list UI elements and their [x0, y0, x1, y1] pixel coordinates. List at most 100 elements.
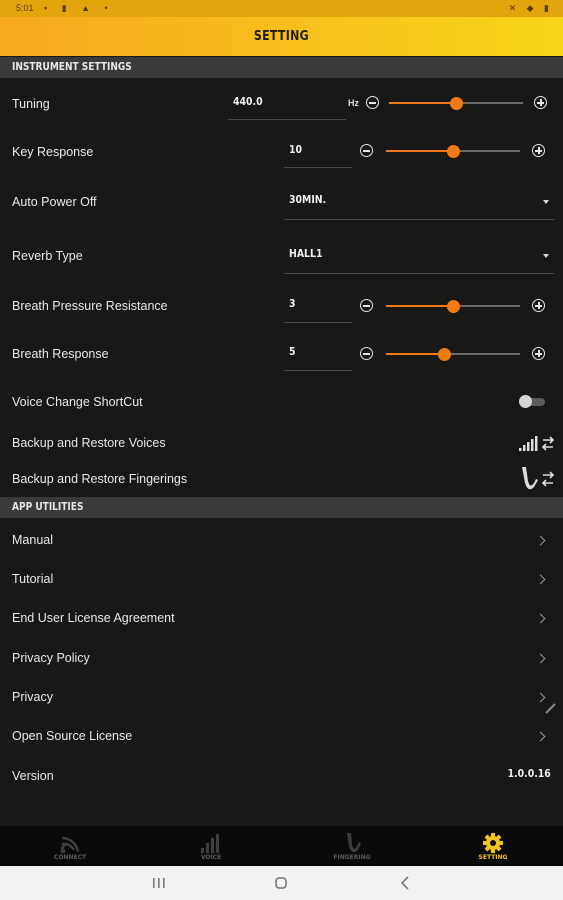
key-response-input[interactable]: 10 [289, 143, 302, 156]
version-value: 1.0.0.16 [507, 767, 551, 780]
voice-change-shortcut-row: Voice Change ShortCut [0, 381, 563, 421]
breath-pressure-resistance-increase-button[interactable] [532, 299, 545, 312]
chevron-right-icon [535, 574, 546, 585]
privacy-policy-label: Privacy Policy [12, 651, 90, 665]
chevron-right-icon [535, 731, 546, 742]
privacy-label: Privacy [12, 690, 53, 704]
breath-pressure-resistance-decrease-button[interactable] [360, 299, 373, 312]
tab-label: SETTING [478, 854, 508, 861]
app-header: SETTING [0, 17, 563, 56]
breath-pressure-resistance-slider-thumb[interactable] [446, 299, 460, 313]
section-title: APP UTILITIES [12, 500, 84, 513]
connect-icon [60, 836, 80, 854]
list-item-manual[interactable]: Manual [0, 520, 563, 560]
breath-pressure-resistance-input[interactable]: 3 [289, 297, 296, 310]
list-item-privacy[interactable]: Privacy [0, 677, 563, 717]
breath-response-slider-fill [386, 353, 445, 355]
tab-label: FINGERING [333, 854, 371, 861]
tab-connect[interactable]: CONNECT [0, 826, 140, 866]
breath-pressure-resistance-slider-fill [386, 305, 453, 307]
voice-equalizer-icon[interactable] [518, 433, 556, 453]
tuning-slider-thumb[interactable] [449, 96, 463, 110]
chevron-right-icon [535, 653, 546, 664]
home-icon[interactable] [274, 876, 288, 890]
tuning-label: Tuning [12, 97, 50, 111]
page-title: SETTING [253, 29, 310, 44]
tuning-input-underline [228, 119, 346, 120]
breath-response-decrease-button[interactable] [360, 347, 373, 360]
tuning-slider[interactable] [389, 96, 523, 110]
tab-setting[interactable]: SETTING [423, 826, 563, 866]
voice-change-shortcut-toggle[interactable] [519, 395, 545, 408]
version-row: Version 1.0.0.16 [0, 756, 563, 796]
list-item-eula[interactable]: End User License Agreement [0, 598, 563, 638]
back-icon[interactable] [400, 876, 410, 890]
breath-response-underline [284, 370, 352, 371]
tuning-unit: Hz [348, 98, 359, 108]
gear-icon [483, 833, 503, 853]
chevron-right-icon [535, 613, 546, 624]
notification-icons: ▪ ▮ ▲ • [44, 3, 114, 13]
eula-label: End User License Agreement [12, 611, 175, 625]
breath-response-slider-thumb[interactable] [438, 347, 452, 361]
list-item-privacy-policy[interactable]: Privacy Policy [0, 638, 563, 678]
section-header-app-utilities: APP UTILITIES [0, 497, 563, 518]
voice-icon [201, 834, 219, 853]
key-response-row: Key Response 10 [0, 131, 563, 171]
breath-response-increase-button[interactable] [532, 347, 545, 360]
system-navigation-bar [0, 866, 563, 900]
breath-pressure-resistance-row: Breath Pressure Resistance 3 [0, 285, 563, 325]
tuning-input[interactable]: 440.0 [233, 95, 263, 108]
tab-voice[interactable]: VOICE [141, 826, 281, 866]
reverb-type-row: Reverb Type HALL1 [0, 235, 563, 275]
breath-response-label: Breath Response [12, 347, 109, 361]
manual-label: Manual [12, 533, 53, 547]
backup-fingerings-label: Backup and Restore Fingerings [12, 472, 188, 486]
key-response-decrease-button[interactable] [360, 144, 373, 157]
breath-response-slider[interactable] [386, 347, 520, 361]
reverb-type-underline [284, 273, 554, 274]
open-source-license-label: Open Source License [12, 729, 133, 743]
key-response-slider-fill [386, 150, 453, 152]
key-response-input-underline [284, 167, 352, 168]
edit-pencil-icon[interactable] [543, 700, 559, 716]
auto-power-off-row: Auto Power Off 30MIN. [0, 181, 563, 221]
system-status-icons: ✕ ◆ ▮ [508, 3, 553, 13]
voice-change-shortcut-label: Voice Change ShortCut [12, 395, 143, 409]
version-label: Version [12, 769, 54, 783]
key-response-label: Key Response [12, 145, 94, 159]
breath-response-row: Breath Response 5 [0, 333, 563, 373]
saxophone-swap-icon[interactable] [518, 465, 556, 491]
reverb-type-label: Reverb Type [12, 249, 83, 263]
backup-voices-row[interactable]: Backup and Restore Voices [0, 423, 563, 463]
tab-label: CONNECT [53, 854, 87, 861]
key-response-increase-button[interactable] [532, 144, 545, 157]
chevron-right-icon [535, 535, 546, 546]
status-time: 5:01 [16, 3, 34, 13]
tuning-row: Tuning 440.0 Hz [0, 83, 563, 123]
section-title: INSTRUMENT SETTINGS [12, 60, 132, 73]
recent-apps-icon[interactable] [152, 877, 166, 889]
tab-fingering[interactable]: FINGERING [282, 826, 422, 866]
tuning-decrease-button[interactable] [366, 96, 379, 109]
tutorial-label: Tutorial [12, 572, 54, 586]
tuning-increase-button[interactable] [534, 96, 547, 109]
section-header-instrument-settings: INSTRUMENT SETTINGS [0, 57, 563, 78]
list-item-tutorial[interactable]: Tutorial [0, 559, 563, 599]
key-response-slider[interactable] [386, 144, 520, 158]
breath-pressure-resistance-slider[interactable] [386, 299, 520, 313]
backup-fingerings-row[interactable]: Backup and Restore Fingerings [0, 460, 563, 500]
breath-pressure-resistance-label: Breath Pressure Resistance [12, 299, 168, 313]
backup-voices-label: Backup and Restore Voices [12, 436, 166, 450]
auto-power-off-underline [284, 219, 554, 220]
tuning-slider-fill [389, 102, 456, 104]
list-item-open-source-license[interactable]: Open Source License [0, 716, 563, 756]
tab-label: VOICE [200, 854, 222, 861]
reverb-type-select[interactable]: HALL1 [289, 247, 322, 260]
chevron-down-icon[interactable] [543, 254, 549, 258]
chevron-down-icon[interactable] [543, 200, 549, 204]
auto-power-off-select[interactable]: 30MIN. [289, 193, 326, 206]
breath-response-input[interactable]: 5 [289, 345, 296, 358]
key-response-slider-thumb[interactable] [446, 144, 460, 158]
saxophone-icon [347, 833, 361, 853]
